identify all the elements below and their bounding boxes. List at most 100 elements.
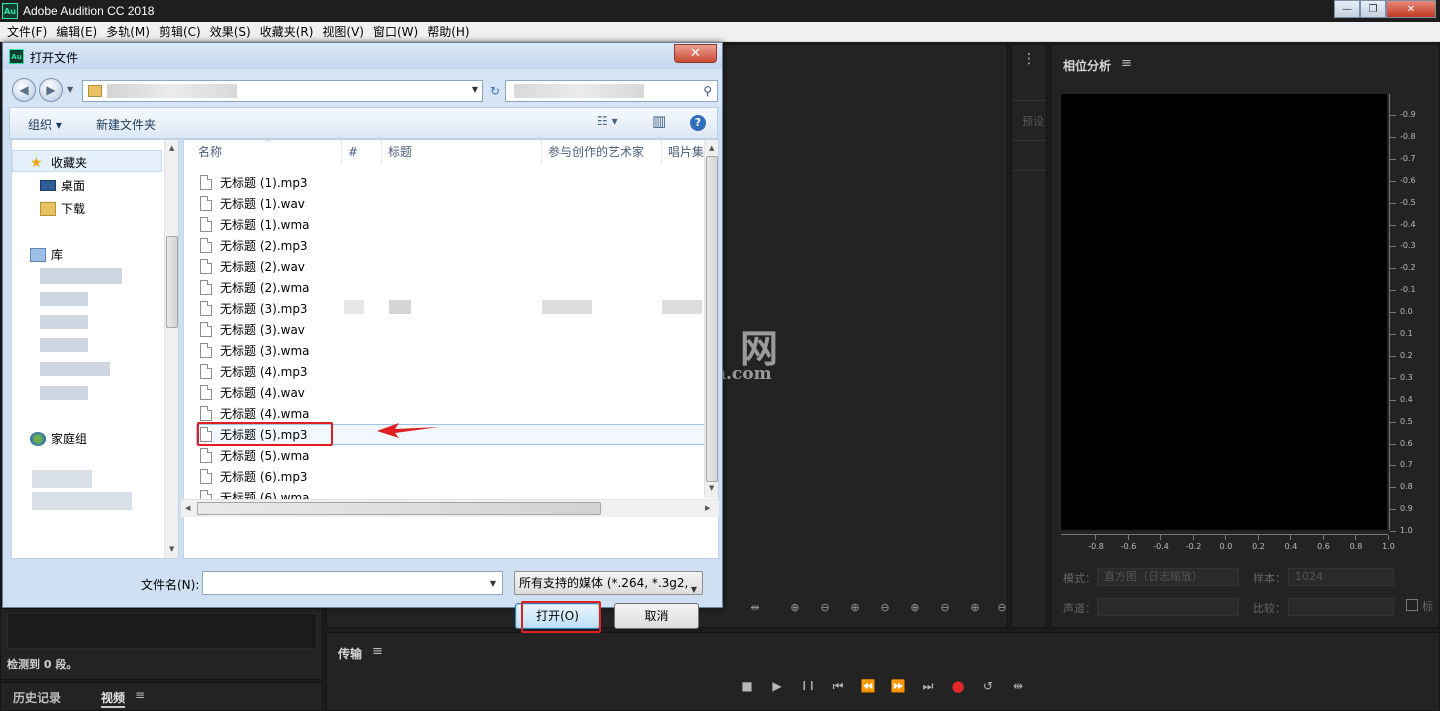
address-field[interactable]: ▼ — [82, 80, 483, 102]
menu-file[interactable]: 文件(F) — [4, 23, 50, 40]
scroll-up-icon[interactable]: ▲ — [169, 144, 174, 152]
go-to-end-button[interactable]: ⏭ — [918, 676, 938, 696]
zoom-in-left-icon[interactable]: ⊖ — [935, 598, 955, 618]
column-title[interactable]: 标题 — [382, 140, 542, 164]
file-row[interactable]: 无标题 (2).mp3 — [200, 235, 308, 256]
menu-favorites[interactable]: 收藏夹(R) — [257, 23, 317, 40]
menu-edit[interactable]: 编辑(E) — [53, 23, 100, 40]
filename-input[interactable]: ▼ — [202, 571, 503, 595]
horizontal-scrollbar[interactable]: ◀ ▶ — [181, 499, 719, 517]
zoom-in-right-icon[interactable]: ⊕ — [965, 598, 985, 618]
menu-effects[interactable]: 效果(S) — [207, 23, 254, 40]
extra-checkbox[interactable] — [1406, 599, 1418, 611]
sample-select[interactable]: 1024 — [1288, 568, 1394, 586]
stop-button[interactable]: ■ — [737, 676, 757, 696]
panel-menu-icon[interactable]: ≡ — [372, 644, 383, 659]
file-row[interactable]: 无标题 (1).mp3 — [200, 172, 308, 193]
scroll-left-icon[interactable]: ◀ — [185, 504, 190, 512]
refresh-icon[interactable]: ↻ — [486, 80, 504, 102]
channel-select[interactable] — [1097, 598, 1239, 616]
menu-multitrack[interactable]: 多轨(M) — [103, 23, 153, 40]
zoom-in-time-icon[interactable]: ⊕ — [845, 598, 865, 618]
file-row[interactable]: 无标题 (1).wav — [200, 193, 305, 214]
column-number[interactable]: # — [342, 140, 382, 164]
organize-button[interactable]: 组织 ▾ — [28, 116, 62, 133]
file-row[interactable]: 无标题 (1).wma — [200, 214, 310, 235]
zoom-in-amplitude-icon[interactable]: ⊕ — [785, 598, 805, 618]
panel-menu-dots-icon[interactable]: ⋮ — [1022, 51, 1036, 67]
search-input[interactable]: ⚲ — [505, 80, 718, 102]
zoom-out-amplitude-icon[interactable]: ⊖ — [815, 598, 835, 618]
nav-item-homegroup[interactable]: 家庭组 — [30, 430, 87, 447]
file-row[interactable]: 无标题 (6).mp3 — [200, 466, 308, 487]
file-row[interactable]: 无标题 (5).wma — [200, 445, 310, 466]
nav-item-libraries[interactable]: 库 — [30, 246, 63, 263]
file-row[interactable]: 无标题 (4).mp3 — [200, 361, 308, 382]
compare-select[interactable] — [1288, 598, 1394, 616]
nav-item-downloads[interactable]: 下载 — [40, 200, 85, 217]
panel-menu-icon[interactable]: ≡ — [135, 688, 145, 702]
nav-scroll-thumb[interactable] — [166, 236, 178, 328]
cancel-button[interactable]: 取消 — [614, 603, 699, 629]
address-dropdown-icon[interactable]: ▼ — [472, 85, 478, 94]
help-icon[interactable]: ? — [690, 115, 706, 131]
menu-view[interactable]: 视图(V) — [319, 23, 367, 40]
nav-item-favorites[interactable]: ★ 收藏夹 — [30, 154, 87, 171]
filetype-select[interactable]: 所有支持的媒体 (*.264, *.3g2, ▼ — [514, 571, 703, 595]
zoom-out-full-icon[interactable]: ⊕ — [905, 598, 925, 618]
file-row[interactable]: 无标题 (2).wma — [200, 277, 310, 298]
change-view-icon[interactable]: ☷ ▾ — [597, 114, 618, 128]
filetype-dropdown-icon[interactable]: ▼ — [691, 579, 697, 594]
menu-clip[interactable]: 剪辑(C) — [156, 23, 204, 40]
zoom-selection-icon[interactable]: ⊖ — [992, 598, 1012, 618]
skip-selection-icon[interactable]: ⇹ — [745, 598, 765, 618]
skip-button[interactable]: ⇹ — [1008, 676, 1028, 696]
mode-select[interactable]: 直方图（日志缩放） — [1097, 568, 1239, 586]
maximize-button[interactable]: ❐ — [1360, 0, 1386, 18]
scroll-down-icon[interactable]: ▼ — [709, 484, 714, 492]
side-strip: ⋮ 预设 — [1011, 44, 1047, 628]
fast-forward-button[interactable]: ⏩ — [888, 676, 908, 696]
nav-item-desktop[interactable]: 桌面 — [40, 177, 85, 194]
recent-locations-icon[interactable]: ▼ — [67, 85, 73, 94]
back-button[interactable]: ◀ — [12, 78, 36, 102]
tab-video[interactable]: 视频 — [101, 689, 126, 708]
pause-button[interactable]: ❙❙ — [798, 676, 818, 696]
go-to-start-button[interactable]: ⏮ — [828, 676, 848, 696]
rewind-button[interactable]: ⏪ — [858, 676, 878, 696]
play-button[interactable]: ▶ — [767, 676, 787, 696]
y-tick-label: 0.2 — [1390, 350, 1413, 360]
file-scroll-thumb[interactable] — [706, 156, 718, 482]
scroll-right-icon[interactable]: ▶ — [705, 504, 710, 512]
file-row[interactable]: 无标题 (4).wav — [200, 382, 305, 403]
panel-menu-icon[interactable]: ≡ — [1121, 56, 1132, 71]
preview-pane-icon[interactable]: ▥ — [652, 112, 666, 130]
file-row[interactable]: 无标题 (2).wav — [200, 256, 305, 277]
nav-scrollbar[interactable]: ▲ ▼ — [164, 140, 178, 558]
horizontal-scroll-thumb[interactable] — [197, 502, 601, 515]
filename-dropdown-icon[interactable]: ▼ — [490, 579, 496, 588]
minimize-button[interactable]: — — [1334, 0, 1360, 18]
zoom-out-time-icon[interactable]: ⊖ — [875, 598, 895, 618]
file-scrollbar[interactable]: ▲ ▼ — [704, 140, 718, 498]
close-app-button[interactable]: ✕ — [1386, 0, 1436, 18]
column-artist[interactable]: 参与创作的艺术家 — [542, 140, 662, 164]
preset-label[interactable]: 预设 — [1022, 113, 1044, 129]
phase-panel-title[interactable]: 相位分析 — [1063, 57, 1111, 74]
menu-help[interactable]: 帮助(H) — [424, 23, 472, 40]
forward-button[interactable]: ▶ — [39, 78, 63, 102]
menu-window[interactable]: 窗口(W) — [370, 23, 421, 40]
scroll-up-icon[interactable]: ▲ — [709, 144, 714, 152]
new-folder-button[interactable]: 新建文件夹 — [96, 116, 156, 133]
transport-title[interactable]: 传输 — [338, 645, 362, 662]
record-button[interactable]: ● — [948, 676, 968, 696]
file-row[interactable]: 无标题 (3).wav — [200, 319, 305, 340]
tab-history[interactable]: 历史记录 — [13, 689, 61, 706]
scroll-down-icon[interactable]: ▼ — [169, 545, 174, 553]
file-row[interactable]: 无标题 (3).mp3 — [200, 298, 308, 319]
dialog-close-button[interactable]: ✕ — [674, 44, 717, 63]
search-icon[interactable]: ⚲ — [703, 84, 712, 98]
file-row[interactable]: 无标题 (4).wma — [200, 403, 310, 424]
file-row[interactable]: 无标题 (3).wma — [200, 340, 310, 361]
loop-button[interactable]: ↺ — [978, 676, 998, 696]
